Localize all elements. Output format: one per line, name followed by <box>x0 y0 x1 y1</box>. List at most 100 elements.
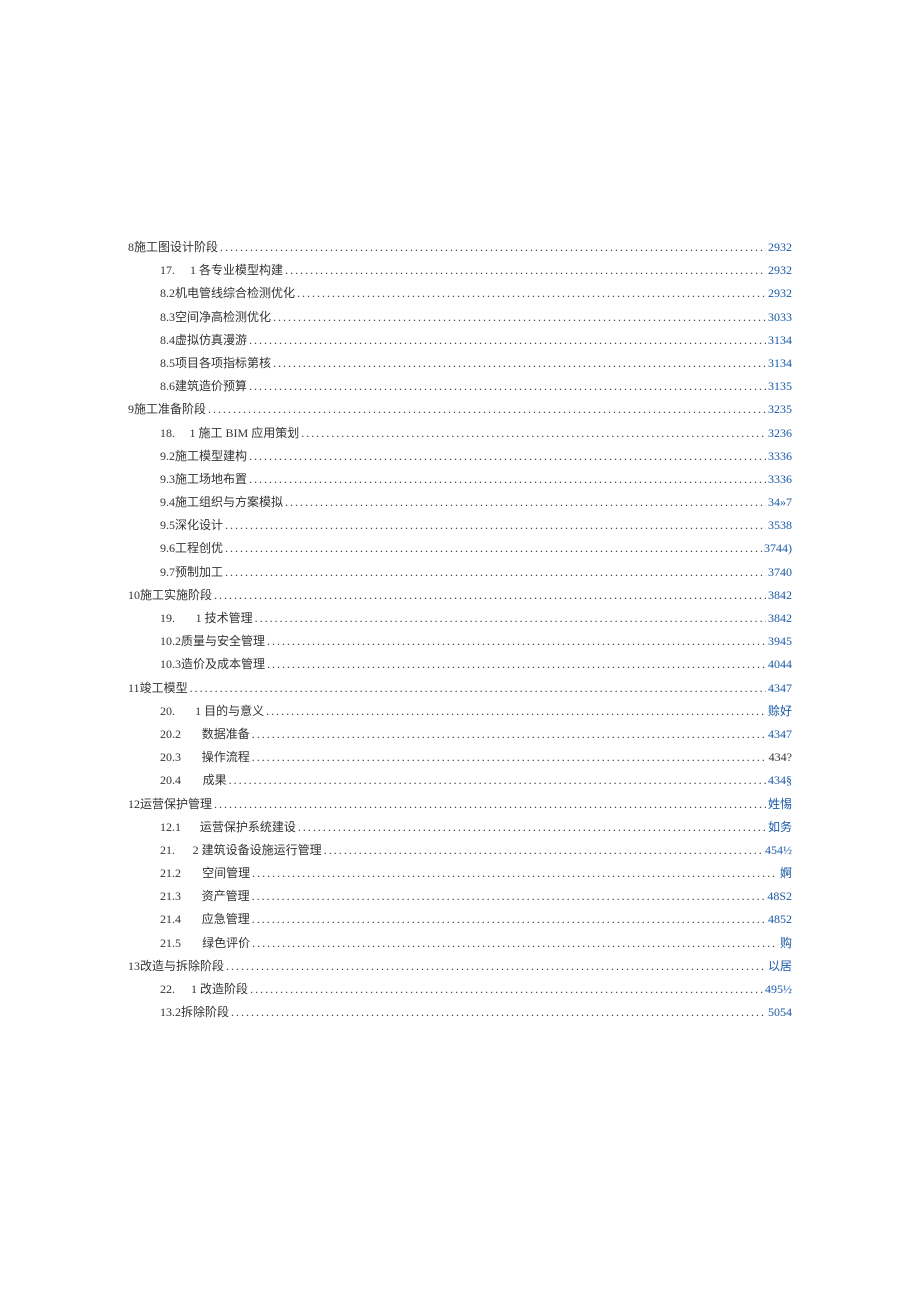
toc-entry-number: 22. <box>160 980 175 999</box>
toc-entry-title: 质量与安全管理 <box>181 632 265 651</box>
toc-entry: 8.4 虚拟仿真漫游 3134 <box>128 331 792 350</box>
toc-entry-title: 拆除阶段 <box>181 1003 229 1022</box>
toc-entry-page[interactable]: 3945 <box>768 632 792 651</box>
toc-entry-page[interactable]: 3236 <box>768 424 792 443</box>
toc-entry-page[interactable]: 3842 <box>768 586 792 605</box>
toc-entry: 18.1 施工 BIM 应用策划 3236 <box>128 424 792 443</box>
toc-entry-number: 9.6 <box>160 539 175 558</box>
toc-dot-leader <box>324 841 763 860</box>
toc-entry: 9.2 施工模型建构 3336 <box>128 447 792 466</box>
toc-entry-page[interactable]: 以居 <box>768 957 792 976</box>
toc-entry-page[interactable]: 2932 <box>768 284 792 303</box>
toc-entry: 20.3操作流程 434? <box>128 748 792 767</box>
toc-entry: 8.5 项目各项指标第核 3134 <box>128 354 792 373</box>
toc-entry-number: 9.3 <box>160 470 175 489</box>
toc-entry-page[interactable]: 3135 <box>768 377 792 396</box>
toc-entry-page[interactable]: 5054 <box>768 1003 792 1022</box>
toc-entry-page[interactable]: 4852 <box>768 910 792 929</box>
toc-entry-title: 2 建筑设备设施运行管理 <box>193 841 322 860</box>
toc-entry-page[interactable]: 4347 <box>768 725 792 744</box>
toc-entry-title: 造价及成本管理 <box>181 655 265 674</box>
toc-entry-title: 1 各专业模型构建 <box>190 261 283 280</box>
toc-dot-leader <box>220 238 766 257</box>
toc-entry-title: 机电管线综合检测优化 <box>175 284 295 303</box>
toc-entry-page[interactable]: 赊好 <box>768 702 792 721</box>
toc-dot-leader <box>249 377 766 396</box>
toc-dot-leader <box>208 400 766 419</box>
toc-entry: 17.1 各专业模型构建2932 <box>128 261 792 280</box>
toc-dot-leader <box>285 493 766 512</box>
toc-entry-title: 施工实施阶段 <box>140 586 212 605</box>
toc-entry-page[interactable]: 购 <box>780 934 792 953</box>
toc-entry-page[interactable]: 454½ <box>765 841 792 860</box>
toc-entry-title: 操作流程 <box>202 748 250 767</box>
toc-entry-title: 空间净高检测优化 <box>175 308 271 327</box>
toc-entry-page[interactable]: 3744) <box>764 539 792 558</box>
toc-entry-page[interactable]: 3235 <box>768 400 792 419</box>
toc-dot-leader <box>266 702 766 721</box>
toc-entry-title: 竣工模型 <box>140 679 188 698</box>
toc-entry-number: 21.5 <box>160 934 181 953</box>
toc-entry: 21.2 空间管理 婀 <box>128 864 792 883</box>
toc-entry-page[interactable]: 如务 <box>768 818 792 837</box>
toc-entry-page[interactable]: 3538 <box>768 516 792 535</box>
toc-dot-leader <box>249 470 766 489</box>
toc-entry-title: 改造与拆除阶段 <box>140 957 224 976</box>
toc-entry-page[interactable]: 434§ <box>768 771 792 790</box>
toc-entry-page[interactable]: 2932 <box>768 238 792 257</box>
toc-entry-page[interactable]: 3336 <box>768 447 792 466</box>
toc-entry-page[interactable]: 34»7 <box>768 493 792 512</box>
toc-entry-number: 20.2 <box>160 725 181 744</box>
toc-entry-title: 数据准备 <box>202 725 250 744</box>
toc-entry-title: 深化设计 <box>175 516 223 535</box>
toc-entry-page: 434? <box>769 748 792 767</box>
toc-entry: 10 施工实施阶段 3842 <box>128 586 792 605</box>
toc-entry-number: 10 <box>128 586 140 605</box>
toc-entry: 21.3资产管理48S2 <box>128 887 792 906</box>
toc-dot-leader <box>255 609 766 628</box>
toc-entry-number: 20. <box>160 702 175 721</box>
toc-entry-page[interactable]: 4347 <box>768 679 792 698</box>
toc-entry-number: 21.2 <box>160 864 181 883</box>
toc-dot-leader <box>267 632 766 651</box>
toc-entry-number: 9.4 <box>160 493 175 512</box>
toc-entry-page[interactable]: 48S2 <box>767 887 792 906</box>
toc-entry-page[interactable]: 3033 <box>768 308 792 327</box>
toc-entry-number: 9.5 <box>160 516 175 535</box>
toc-entry: 8.2 机电管线综合检测优化 2932 <box>128 284 792 303</box>
toc-entry-page[interactable]: 2932 <box>768 261 792 280</box>
toc-entry-title: 虚拟仿真漫游 <box>175 331 247 350</box>
toc-entry-page[interactable]: 495½ <box>765 980 792 999</box>
toc-entry-number: 9.2 <box>160 447 175 466</box>
toc-dot-leader <box>229 771 766 790</box>
toc-entry-number: 8.2 <box>160 284 175 303</box>
toc-dot-leader <box>273 354 766 373</box>
toc-entry-page[interactable]: 姓惕 <box>768 795 792 814</box>
toc-dot-leader <box>297 284 766 303</box>
toc-dot-leader <box>249 331 766 350</box>
toc-entry-page[interactable]: 3134 <box>768 354 792 373</box>
toc-entry: 21.5绿色评价 购 <box>128 934 792 953</box>
toc-entry: 21.4应急管理 4852 <box>128 910 792 929</box>
toc-entry-page[interactable]: 3336 <box>768 470 792 489</box>
toc-entry-title: 运营保护管理 <box>140 795 212 814</box>
toc-entry-page[interactable]: 3842 <box>768 609 792 628</box>
toc-entry-title: 施工图设计阶段 <box>134 238 218 257</box>
toc-entry-page[interactable]: 婀 <box>780 864 792 883</box>
toc-entry: 19.1 技术管理 3842 <box>128 609 792 628</box>
toc-entry-title: 1 技术管理 <box>196 609 253 628</box>
toc-entry-title: 项目各项指标第核 <box>175 354 271 373</box>
toc-entry-number: 11 <box>128 679 140 698</box>
toc-entry-number: 20.4 <box>160 771 181 790</box>
toc-dot-leader <box>252 725 766 744</box>
toc-entry: 9.6 工程创优3744) <box>128 539 792 558</box>
toc-dot-leader <box>252 748 767 767</box>
table-of-contents: 8 施工图设计阶段 293217.1 各专业模型构建29328.2 机电管线综合… <box>128 238 792 1022</box>
toc-entry-page[interactable]: 4044 <box>768 655 792 674</box>
toc-entry-title: 运营保护系统建设 <box>200 818 296 837</box>
toc-entry-page[interactable]: 3134 <box>768 331 792 350</box>
toc-entry-number: 10.3 <box>160 655 181 674</box>
toc-entry-title: 空间管理 <box>202 864 250 883</box>
toc-entry-page[interactable]: 3740 <box>768 563 792 582</box>
toc-entry-title: 成果 <box>203 771 227 790</box>
